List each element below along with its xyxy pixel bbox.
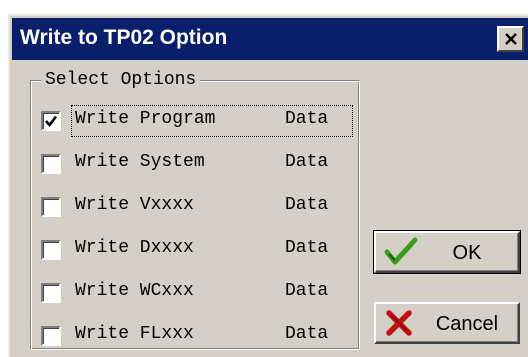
option-write-dxxxx[interactable]: Write Dxxxx Data — [41, 234, 353, 268]
ok-button[interactable]: OK — [373, 230, 521, 274]
ok-label: OK — [452, 242, 482, 264]
option-suffix: Data — [285, 281, 329, 301]
cancel-button[interactable]: Cancel — [374, 302, 520, 344]
option-checkbox[interactable] — [41, 240, 61, 260]
option-suffix: Data — [285, 109, 329, 129]
close-icon — [505, 33, 517, 45]
option-checkbox[interactable] — [41, 197, 61, 217]
option-label: Write FLxxx — [75, 324, 194, 344]
option-checkbox[interactable] — [41, 326, 61, 346]
option-label: Write Program — [75, 109, 216, 129]
title-bar[interactable]: Write to TP02 Option — [12, 18, 528, 60]
option-write-system[interactable]: Write System Data — [41, 148, 353, 182]
option-checkbox[interactable] — [41, 154, 61, 174]
option-suffix: Data — [285, 152, 329, 172]
option-label: Write System — [75, 152, 205, 172]
option-label: Write WCxxx — [75, 281, 194, 301]
dialog-title: Write to TP02 Option — [20, 26, 228, 49]
cancel-label: Cancel — [435, 313, 499, 335]
option-suffix: Data — [285, 324, 329, 344]
option-write-program[interactable]: Write Program Data — [41, 105, 353, 139]
option-label: Write Vxxxx — [75, 195, 194, 215]
option-write-vxxxx[interactable]: Write Vxxxx Data — [41, 191, 353, 225]
cross-icon — [386, 310, 412, 336]
select-options-group: Select Options Write Program Data Write … — [30, 70, 360, 350]
dialog-window: Write to TP02 Option Select Options Writ… — [8, 14, 528, 357]
option-suffix: Data — [285, 195, 329, 215]
option-checkbox[interactable] — [41, 111, 61, 131]
check-icon — [45, 115, 58, 128]
option-write-flxxx[interactable]: Write FLxxx Data — [41, 320, 353, 354]
checkmark-icon — [384, 237, 418, 265]
option-write-wcxxx[interactable]: Write WCxxx Data — [41, 277, 353, 311]
option-suffix: Data — [285, 238, 329, 258]
option-checkbox[interactable] — [41, 283, 61, 303]
close-button[interactable] — [497, 26, 524, 52]
group-legend: Select Options — [41, 70, 201, 90]
option-label: Write Dxxxx — [75, 238, 194, 258]
